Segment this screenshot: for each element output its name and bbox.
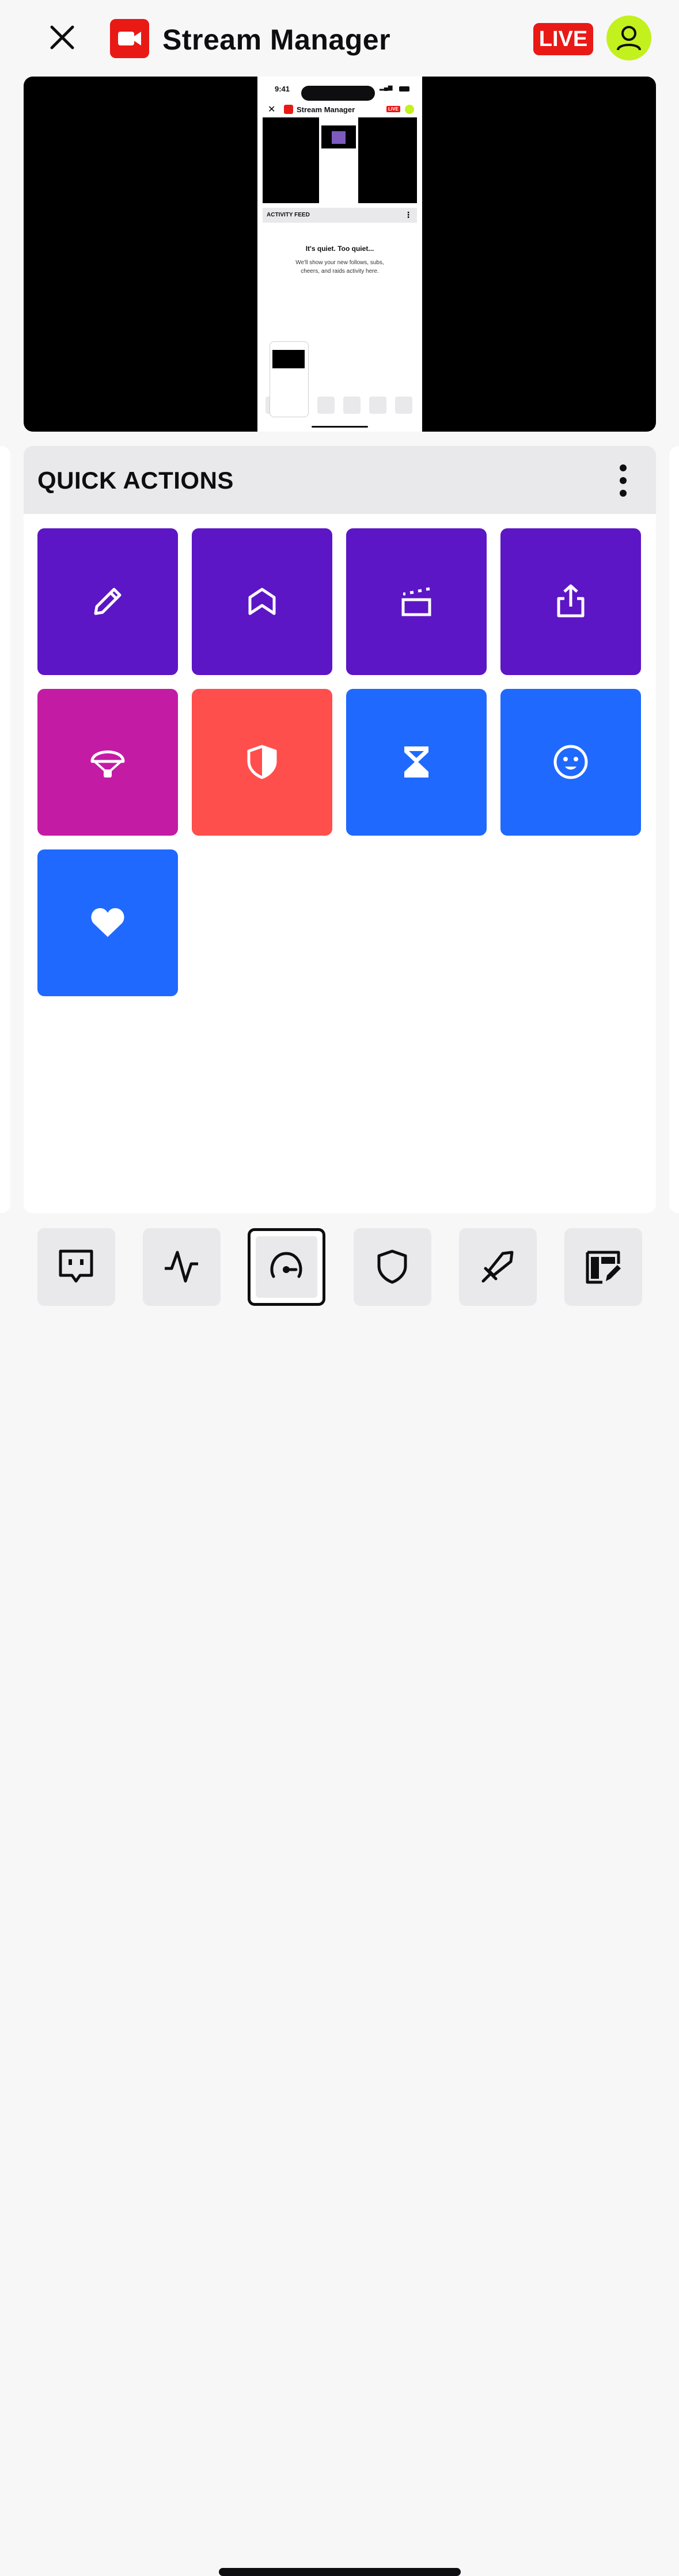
stream-preview[interactable]: 9:41 ▂▄▆ ✕ Stream Manager LIVE ACTIVITY … (24, 77, 656, 432)
mini-battery-icon (399, 86, 409, 92)
mini-nav-button (317, 397, 335, 414)
mini-floating-video (272, 350, 305, 368)
nav-dashboard-edit[interactable] (564, 1228, 642, 1306)
user-icon (617, 26, 641, 51)
parachute-icon (90, 750, 125, 778)
clapperboard-icon (401, 587, 431, 616)
nav-raid[interactable] (459, 1228, 537, 1306)
header: Stream Manager LIVE (0, 0, 679, 76)
quick-action-followers-only[interactable] (37, 849, 178, 996)
hourglass-icon (404, 746, 428, 778)
preview-mini-screen: 9:41 ▂▄▆ ✕ Stream Manager LIVE ACTIVITY … (257, 77, 422, 432)
mini-header: ✕ Stream Manager LIVE (257, 101, 422, 118)
mini-close-icon: ✕ (268, 105, 276, 115)
mini-logo (284, 105, 293, 114)
app-logo (110, 19, 149, 58)
more-options-button[interactable] (610, 463, 636, 498)
nav-quick-actions[interactable] (248, 1228, 325, 1306)
close-icon (50, 25, 74, 49)
nav-chat[interactable] (37, 1228, 115, 1306)
mini-empty-text: We'll show your new follows, subs, cheer… (295, 260, 384, 275)
bottom-nav (0, 1213, 679, 2576)
live-badge: LIVE (533, 23, 593, 55)
quick-action-edit-stream-info[interactable] (37, 528, 178, 675)
heart-icon (91, 908, 124, 937)
nav-moderation[interactable] (354, 1228, 431, 1306)
activity-icon (165, 1251, 198, 1283)
mini-activity-header: ACTIVITY FEED ⋮ (263, 208, 417, 223)
mini-live-badge: LIVE (386, 106, 400, 112)
next-panel-peek[interactable] (669, 446, 679, 1213)
gauge-icon (270, 1252, 302, 1278)
mini-signal-icon: ▂▄▆ (380, 85, 393, 91)
mini-status-bar: 9:41 ▂▄▆ (257, 81, 422, 101)
page-title: Stream Manager (162, 24, 391, 56)
mini-floating-preview (270, 341, 309, 417)
quick-action-marker[interactable] (192, 528, 332, 675)
mini-activity-title: ACTIVITY FEED (267, 212, 310, 218)
mini-nav-button (369, 397, 386, 414)
mini-empty-title: It's quiet. Too quiet... (305, 245, 374, 253)
quick-action-drops[interactable] (37, 689, 178, 836)
quick-action-emote-only[interactable] (500, 689, 641, 836)
quick-action-slow-mode[interactable] (346, 689, 487, 836)
mini-video (263, 117, 417, 203)
close-button[interactable] (45, 20, 79, 55)
shield-icon (247, 745, 277, 779)
bookmark-flag-icon (248, 588, 276, 615)
quick-action-share[interactable] (500, 528, 641, 675)
dashboard-edit-icon (586, 1251, 621, 1284)
pencil-icon (94, 588, 122, 615)
mini-dynamic-island (301, 86, 375, 101)
mini-avatar (405, 105, 414, 114)
nav-activity[interactable] (143, 1228, 221, 1306)
quick-actions-header: QUICK ACTIONS (24, 446, 656, 514)
camera-icon (118, 32, 141, 45)
share-icon (557, 584, 585, 618)
mini-nested-thumb (332, 131, 346, 144)
mini-status-time: 9:41 (275, 85, 290, 93)
home-indicator (219, 2568, 461, 2576)
quick-action-shield-mode[interactable] (192, 689, 332, 836)
mini-nested-video (321, 125, 356, 148)
previous-panel-peek[interactable] (0, 446, 10, 1213)
avatar[interactable] (606, 16, 651, 60)
mini-nav-button (395, 397, 412, 414)
mini-title: Stream Manager (297, 105, 355, 114)
mini-home-indicator (312, 426, 368, 428)
quick-actions-title: QUICK ACTIONS (37, 467, 234, 494)
sword-icon (481, 1251, 514, 1283)
mini-nested-screen (319, 117, 358, 203)
mini-more-icon: ⋮ (404, 210, 412, 219)
shield-icon (377, 1249, 407, 1284)
quick-action-clip[interactable] (346, 528, 487, 675)
chat-icon (59, 1249, 93, 1283)
mini-nav-button (343, 397, 361, 414)
quick-actions-panel: QUICK ACTIONS (24, 446, 656, 1213)
smiley-icon (553, 745, 588, 779)
